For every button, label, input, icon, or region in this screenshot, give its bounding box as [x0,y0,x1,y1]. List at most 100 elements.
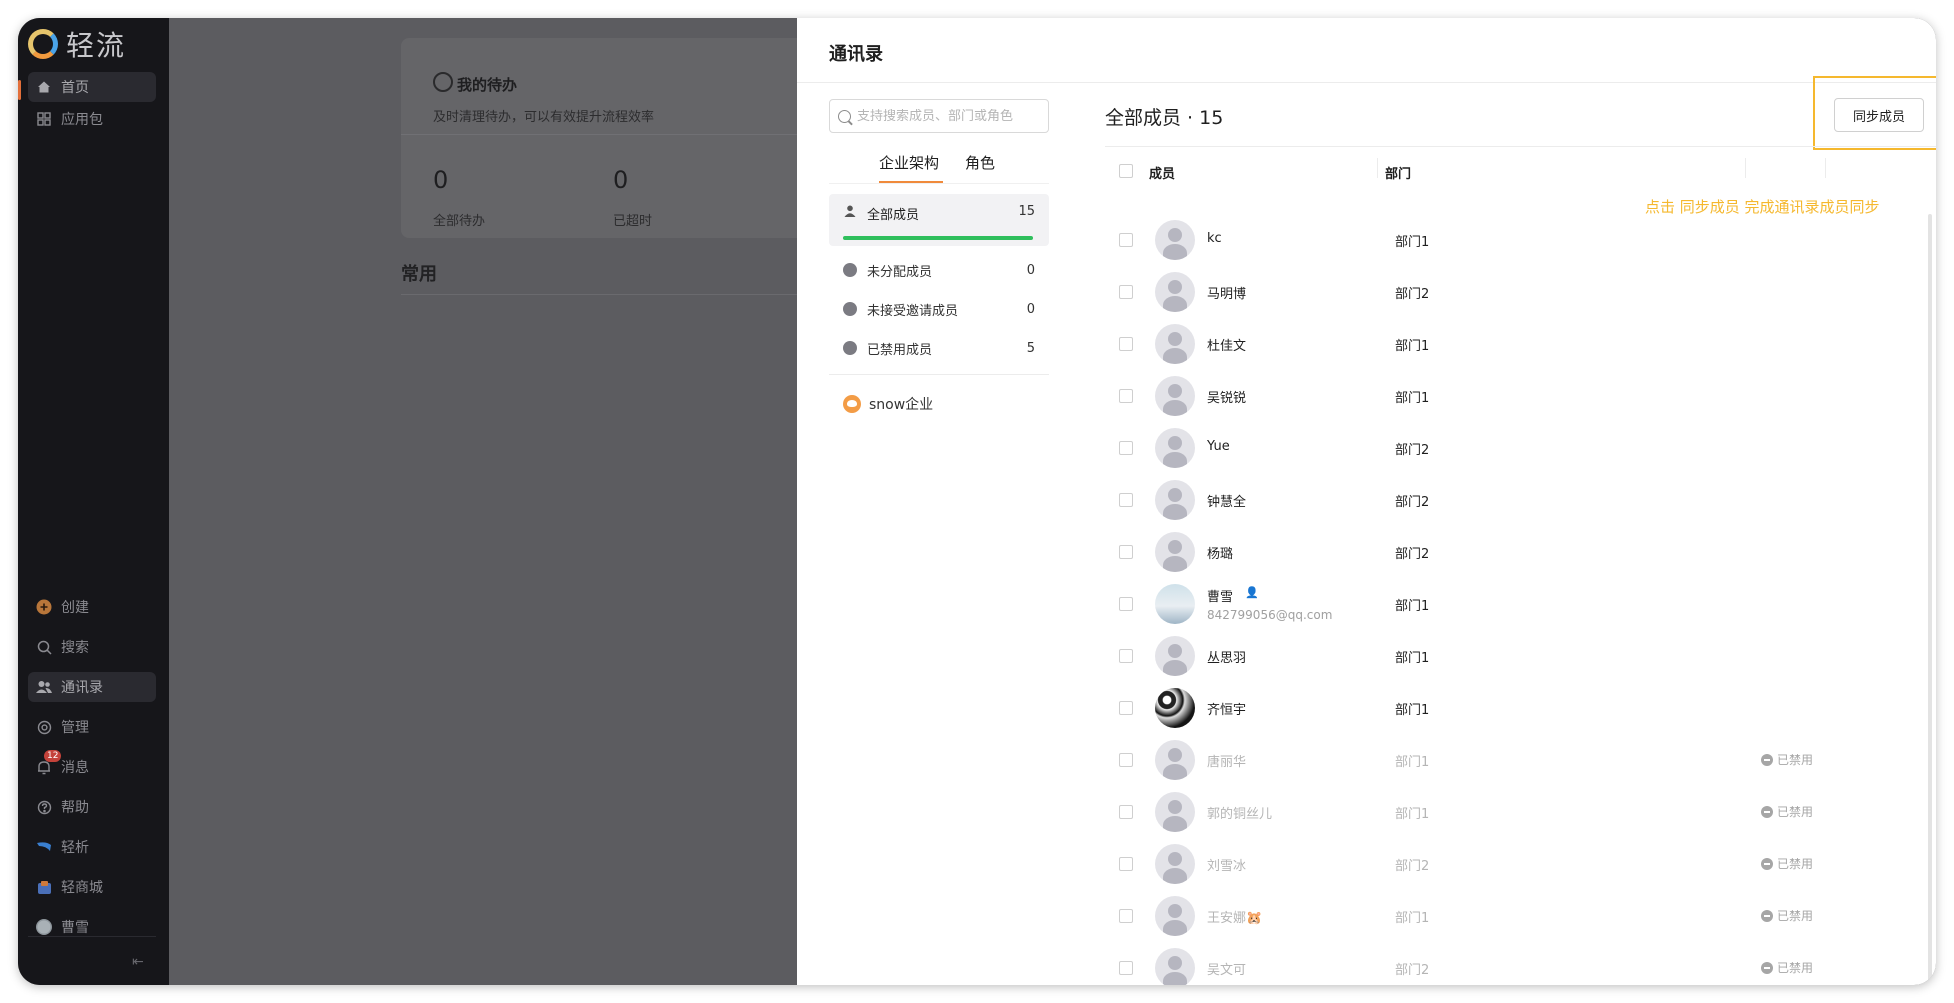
table-row[interactable]: 郭的铜丝儿 部门1 已禁用 [1105,786,1825,838]
member-dept: 部门2 [1395,963,1430,978]
sidebar-item-create[interactable]: 创建 [28,592,156,622]
member-avatar [1155,688,1195,728]
sidebar-item-label: 应用包 [61,112,103,128]
member-name: 吴文可 [1207,963,1247,978]
row-checkbox[interactable] [1119,909,1133,923]
sidebar-item-home[interactable]: 首页 [28,72,156,102]
tree-item-label: 全部成员 [867,208,920,223]
table-row[interactable]: 钟慧全 部门2 [1105,474,1825,526]
table-row[interactable]: kc 部门1 [1105,214,1825,266]
status-badge: 已禁用 [1761,803,1813,820]
column-header-member[interactable]: 成员 [1149,163,1175,182]
tab-roles[interactable]: 角色 [965,152,995,173]
tree-item-label: 已禁用成员 [867,342,933,358]
search-icon [36,639,52,655]
sidebar-item-analytics[interactable]: 轻析 [28,832,156,862]
row-checkbox[interactable] [1119,753,1133,767]
sidebar-item-label: 曹雪 [61,920,89,936]
row-checkbox[interactable] [1119,961,1133,975]
status-label: 已禁用 [1777,909,1814,923]
tree-item-org[interactable]: snow企业 [829,386,1049,422]
row-checkbox[interactable] [1119,649,1133,663]
select-all-checkbox[interactable] [1119,164,1133,178]
row-checkbox[interactable] [1119,545,1133,559]
pie-icon [843,263,857,277]
contacts-icon [36,679,52,695]
tab-org-structure[interactable]: 企业架构 [879,152,939,173]
sidebar: 轻流 首页 应用包 创建 搜索 通讯录 管理 12 消息 帮助 轻析 轻商城 曹… [18,18,169,985]
sidebar-item-contacts[interactable]: 通讯录 [28,672,156,702]
grid-icon [36,111,52,127]
table-row[interactable]: 丛思羽 部门1 [1105,630,1825,682]
row-checkbox[interactable] [1119,337,1133,351]
member-name: Yue [1207,439,1230,454]
tree-item-all-members[interactable]: 全部成员 15 [829,194,1049,246]
row-checkbox[interactable] [1119,389,1133,403]
member-name: 郭的铜丝儿 [1207,807,1273,822]
table-row[interactable]: 马明博 部门2 [1105,266,1825,318]
sidebar-item-store[interactable]: 轻商城 [28,872,156,902]
tree-item-count: 15 [1018,204,1035,219]
logo-icon [28,29,58,59]
status-badge: 已禁用 [1761,855,1813,872]
table-row[interactable]: Yue 部门2 [1105,422,1825,474]
table-row[interactable]: 曹雪 👤 842799056@qq.com 部门1 [1105,578,1825,630]
table-row[interactable]: 齐恒宇 部门1 [1105,682,1825,734]
member-avatar [1155,480,1195,520]
row-checkbox[interactable] [1119,441,1133,455]
member-avatar [1155,584,1195,624]
member-name: 钟慧全 [1207,495,1247,510]
contacts-panel: 通讯录 企业架构 角色 全部成员 15 未分配成员 0 未接受邀请成员 [797,18,1936,985]
disabled-icon [1761,805,1773,818]
panel-title: 通讯录 [829,44,883,65]
table-row[interactable]: 杜佳文 部门1 [1105,318,1825,370]
members-scrollbar[interactable] [1928,214,1932,984]
member-quota-progress [843,236,1033,240]
table-row[interactable]: 刘雪冰 部门2 已禁用 [1105,838,1825,890]
sidebar-item-label: 通讯录 [61,680,103,696]
row-checkbox[interactable] [1119,597,1133,611]
sidebar-divider [28,936,156,937]
collapse-sidebar-icon[interactable]: ⇤ [132,954,144,970]
member-name: 齐恒宇 [1207,703,1247,718]
tree-item-label: 未分配成员 [867,264,933,280]
row-checkbox[interactable] [1119,285,1133,299]
member-dept: 部门1 [1395,235,1430,250]
contacts-search-input[interactable] [857,108,1037,124]
plus-icon [36,599,52,615]
app-name: 轻流 [66,29,127,62]
tree-item-disabled[interactable]: 已禁用成员 5 [829,330,1049,366]
member-dept: 部门1 [1395,339,1430,354]
panel-header-divider [797,82,1936,83]
pie-icon [843,302,857,316]
row-checkbox[interactable] [1119,233,1133,247]
row-checkbox[interactable] [1119,701,1133,715]
table-row[interactable]: 吴锐锐 部门1 [1105,370,1825,422]
app-window: 轻流 首页 应用包 创建 搜索 通讯录 管理 12 消息 帮助 轻析 轻商城 曹… [18,18,1936,985]
table-row[interactable]: 王安娜🐹 部门1 已禁用 [1105,890,1825,942]
tree-item-count: 5 [1026,340,1035,356]
sidebar-item-manage[interactable]: 管理 [28,712,156,742]
table-row[interactable]: 杨璐 部门2 [1105,526,1825,578]
sidebar-item-messages[interactable]: 12 消息 [28,750,156,782]
tree-item-unassigned[interactable]: 未分配成员 0 [829,252,1049,288]
row-checkbox[interactable] [1119,805,1133,819]
sidebar-item-apps[interactable]: 应用包 [28,104,156,134]
row-checkbox[interactable] [1119,493,1133,507]
member-avatar [1155,896,1195,936]
sidebar-item-help[interactable]: 帮助 [28,792,156,822]
column-header-dept[interactable]: 部门 [1385,163,1411,182]
member-dept: 部门1 [1395,911,1430,926]
sidebar-item-profile[interactable]: 曹雪 [28,912,156,942]
contacts-search[interactable] [829,99,1049,133]
tree-item-pending-invite[interactable]: 未接受邀请成员 0 [829,291,1049,327]
table-row[interactable]: 唐丽华 部门1 已禁用 [1105,734,1825,786]
app-logo[interactable]: 轻流 [28,24,126,64]
todo-stat-label: 全部待办 [433,214,486,229]
row-checkbox[interactable] [1119,857,1133,871]
member-dept: 部门2 [1395,859,1430,874]
table-row[interactable]: 吴文可 部门2 已禁用 [1105,942,1825,985]
sidebar-item-search[interactable]: 搜索 [28,632,156,662]
members-title: 全部成员 · 15 [1105,107,1224,129]
status-badge: 已禁用 [1761,959,1813,976]
